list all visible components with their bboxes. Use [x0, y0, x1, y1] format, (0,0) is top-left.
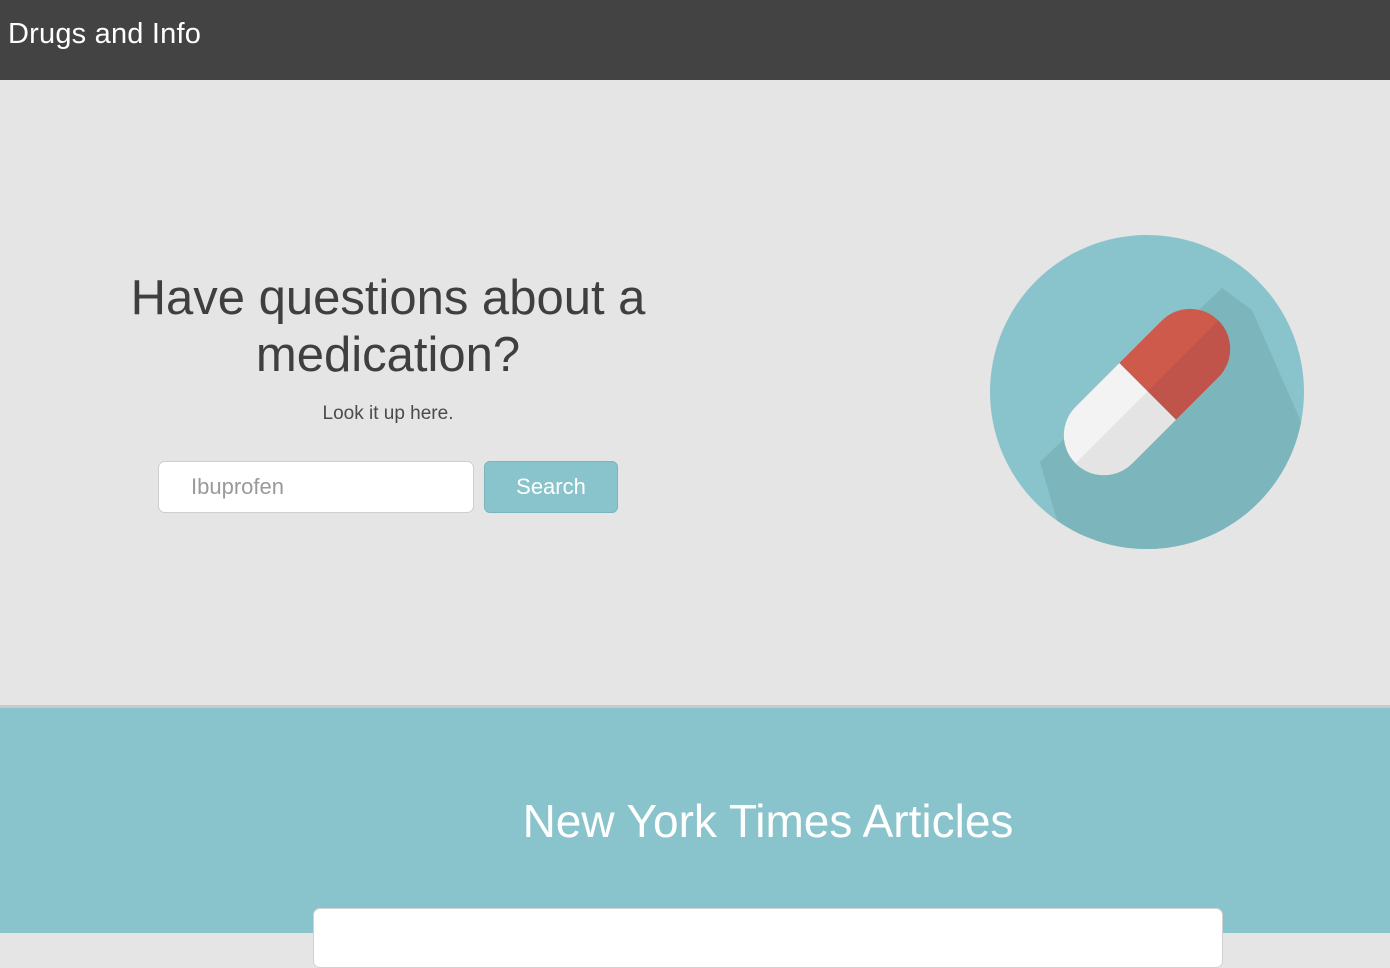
pill-capsule-icon	[990, 235, 1304, 549]
articles-title: New York Times Articles	[522, 795, 1014, 847]
hero-headline: Have questions about a medication?	[130, 271, 646, 382]
search-button[interactable]: Search	[484, 461, 618, 513]
brand-link[interactable]: Drugs and Info	[8, 18, 201, 51]
hero-subline: Look it up here.	[322, 403, 454, 424]
top-navbar: Drugs and Info	[0, 0, 1390, 80]
article-card	[313, 908, 1223, 968]
articles-section: New York Times Articles	[0, 708, 1390, 968]
hero-section: Have questions about a medication? Look …	[0, 80, 1390, 705]
medication-search-input[interactable]	[158, 461, 474, 513]
